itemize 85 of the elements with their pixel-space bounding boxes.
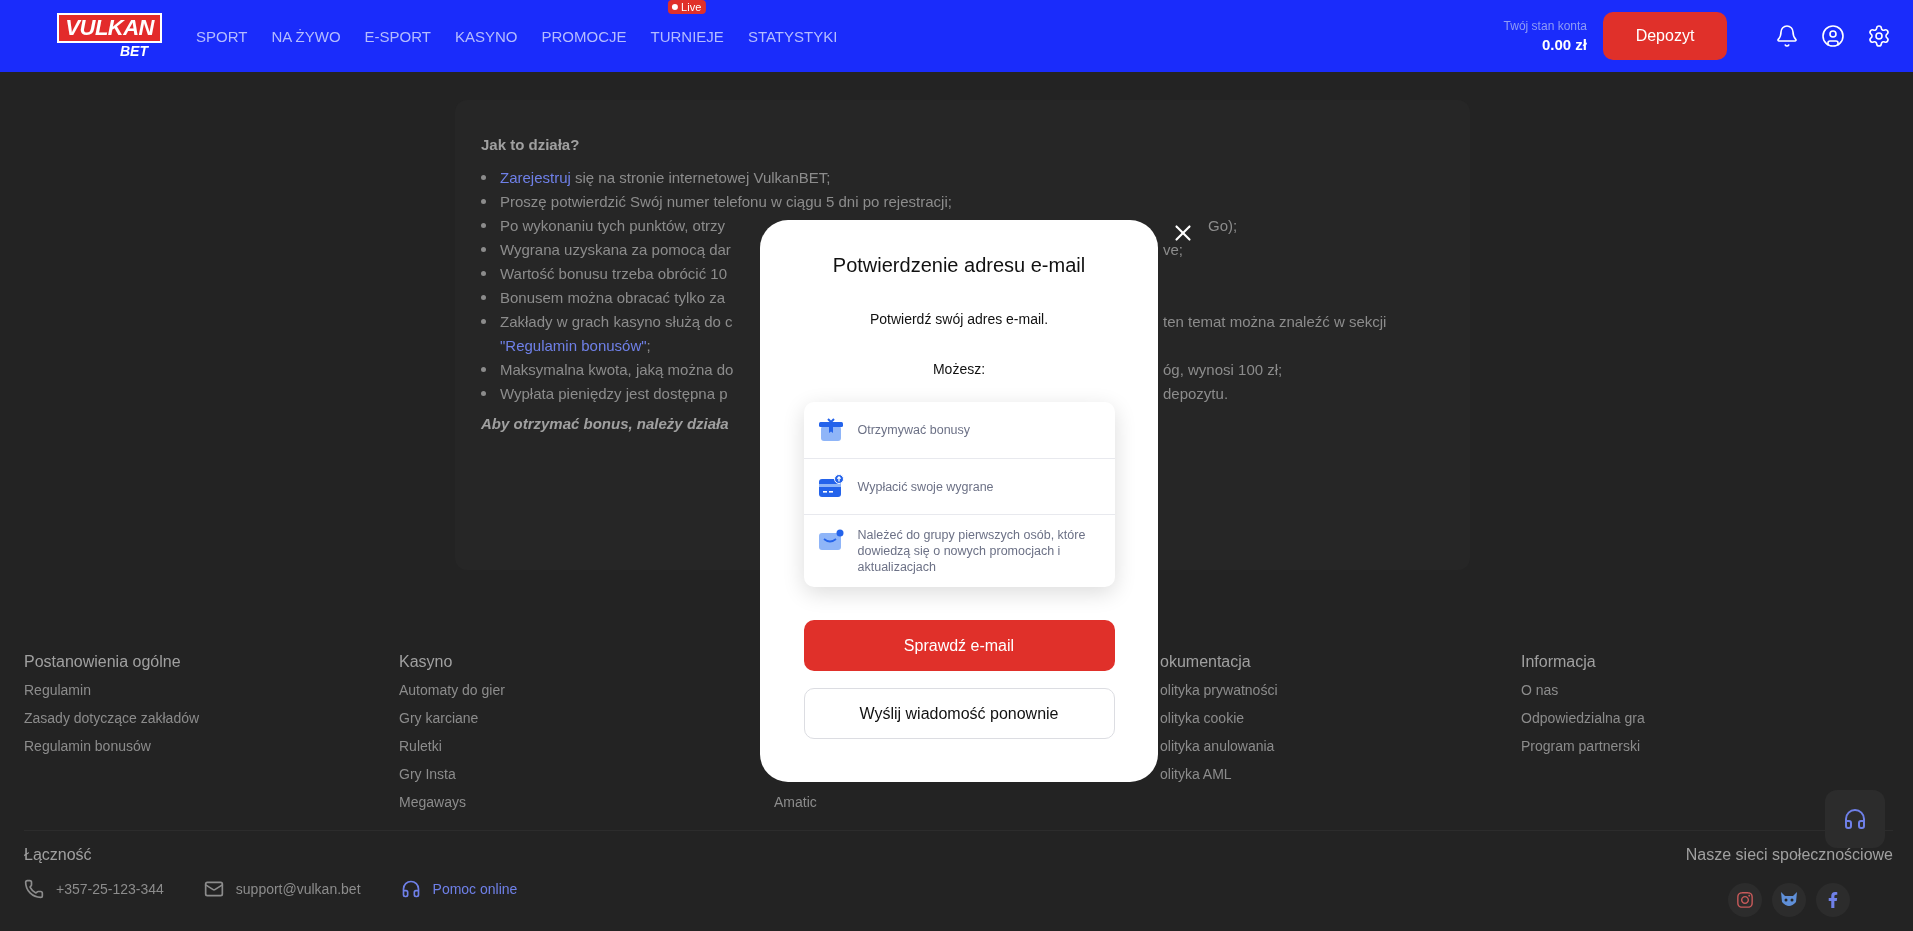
bullet-dot (481, 390, 486, 396)
bullet-text: Po wykonaniu tych punktów, otrzy (500, 216, 726, 234)
bullet-text: Wartość bonusu trzeba obrócić 10 (500, 264, 728, 282)
footer-link[interactable]: olityka cookie (1160, 704, 1521, 732)
social-link[interactable] (1728, 883, 1763, 917)
bullet-dot (481, 198, 486, 204)
social-link[interactable] (1816, 883, 1851, 917)
nav-link[interactable]: SPORT (196, 27, 248, 45)
footer-heading: Informacja (1521, 652, 1597, 672)
headset-icon (1843, 807, 1867, 831)
register-link[interactable]: Zarejestruj (500, 168, 571, 186)
footer-heading: okumentacja (1160, 652, 1252, 672)
footer-heading: Nasze sieci społecznościowe (1685, 845, 1893, 865)
nav-link[interactable]: TURNIEJE (650, 27, 724, 45)
logo-subtext: BET (120, 43, 148, 59)
benefit-text: Otrzymywać bonusy (857, 422, 971, 438)
bullet-text: Wygrana uzyskana za pomocą dar (500, 240, 731, 258)
notifications-button[interactable] (1775, 24, 1799, 48)
footer-link[interactable]: Odpowiedzialna gra (1521, 704, 1893, 732)
balance-label: Twój stan konta (1503, 19, 1587, 33)
phone-icon (24, 879, 44, 899)
bullet-dot (481, 246, 486, 252)
footer-link[interactable]: Regulamin (24, 676, 399, 704)
live-badge: Live (668, 0, 707, 14)
check-email-button[interactable]: Sprawdź e-mail (803, 620, 1115, 671)
bullet-dot (481, 366, 486, 372)
bullet-text: ten temat można znaleźć w sekcji (1163, 312, 1387, 330)
logo-wordmark[interactable]: VULKAN (57, 13, 162, 43)
contact-link[interactable]: Pomoc online (400, 879, 518, 899)
footer-link[interactable]: olityka prywatności (1160, 676, 1521, 704)
support-chat-button[interactable] (1825, 790, 1885, 848)
nav-link[interactable]: KASYNO (455, 27, 518, 45)
bullet-text: Zakłady w grach kasyno służą do c (500, 312, 733, 330)
bullet-text: Wypłata pieniędzy jest dostępna p (500, 384, 728, 402)
promo-note: Aby otrzymać bonus, należy działa (481, 415, 729, 432)
bullet-text: Maksymalna kwota, jaką można do (500, 360, 734, 378)
bullet-text: depozytu. (1163, 384, 1229, 402)
bullet-dot (481, 318, 486, 324)
headset-icon (400, 879, 421, 899)
nav-link[interactable]: PROMOCJE (541, 27, 627, 45)
bonus-rules-link[interactable]: "Regulamin bonusów" (500, 336, 647, 354)
footer-link[interactable]: O nas (1521, 676, 1893, 704)
bullet-text: ve; (1163, 240, 1183, 258)
bullet-text: Bonusem można obracać tylko za (500, 288, 726, 306)
profile-button[interactable] (1821, 24, 1845, 48)
gift-icon (817, 417, 844, 443)
bullet-dot (481, 174, 486, 180)
mail-icon (817, 527, 844, 553)
dialog-title: Potwierdzenie adresu e-mail (832, 253, 1086, 278)
footer-link[interactable]: Program partnerski (1521, 732, 1893, 760)
footer-link[interactable]: olityka AML (1160, 760, 1521, 788)
nav-link[interactable]: STATYSTYKI (747, 27, 838, 45)
bullet-dot (481, 294, 486, 300)
bullet-dot (481, 222, 486, 228)
nav-link[interactable]: NA ŻYWO (271, 27, 341, 45)
footer-link[interactable]: Zasady dotyczące zakładów (24, 704, 399, 732)
nav-link[interactable]: E-SPORT (364, 27, 431, 45)
contact-link[interactable]: support@vulkan.bet (203, 879, 361, 899)
bullet-text: Zarejestruj się na stronie internetowej VulkanBET; (500, 168, 831, 186)
instagram-icon (1736, 891, 1755, 909)
contact-link[interactable]: +357-25-123-344 (24, 879, 164, 899)
bullet-dot (481, 270, 486, 276)
benefit-text: Wypłacić swoje wygrane (857, 478, 994, 495)
footer-heading: Kasyno (399, 652, 454, 672)
social-link[interactable] (1772, 883, 1807, 917)
footer-link[interactable]: Amatic (774, 788, 1160, 816)
settings-button[interactable] (1867, 24, 1891, 48)
footer-link[interactable]: Regulamin bonusów (24, 732, 399, 760)
benefit-text: Należeć do grupy pierwszych osób, które dowiedzą się o nowych promocjach i aktualizacjach (857, 527, 1087, 575)
footer-heading: Postanowienia ogólne (24, 652, 182, 672)
dialog-message: Potwierdź swój adres e-mail. (869, 310, 1049, 328)
bullet-text: "Regulamin bonusów"; (500, 336, 651, 354)
mail-icon (203, 879, 224, 899)
balance-amount: 0.00 zł (1541, 36, 1587, 53)
footer-heading: Łączność (24, 845, 93, 865)
footer-link[interactable]: Megaways (399, 788, 774, 816)
bullet-text: Go); (1208, 216, 1238, 234)
section-heading: Jak to działa? (481, 136, 581, 153)
bullet-text: Proszę potwierdzić Swój numer telefonu w ciągu 5 dni po rejestracji; (500, 192, 952, 210)
bullet-text: óg, wynosi 100 zł; (1163, 360, 1283, 378)
card-icon (817, 473, 844, 500)
footer-link[interactable]: olityka anulowania (1160, 732, 1521, 760)
benefits-heading: Możesz: (932, 360, 986, 378)
deposit-button[interactable]: Depozyt (1603, 12, 1727, 60)
resend-button[interactable]: Wyślij wiadomość ponownie (803, 688, 1115, 739)
